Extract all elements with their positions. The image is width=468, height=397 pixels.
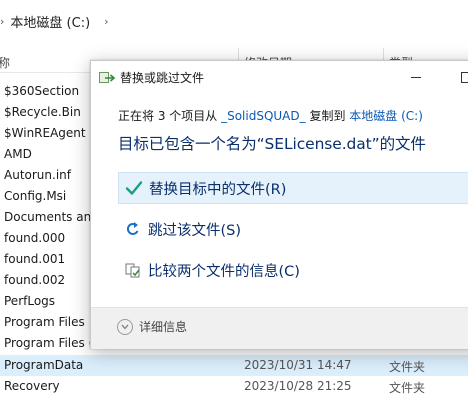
copy-files-icon [99,70,116,84]
file-date: 2023/10/28 21:25 [244,379,352,393]
file-name: Autorun.inf [4,168,71,182]
maximize-icon [461,72,468,83]
skip-arrow-icon [122,218,144,240]
file-name: $Recycle.Bin [4,105,81,119]
source-folder-link[interactable]: _SolidSQUAD_ [221,109,306,123]
compare-files-label: 比较两个文件的信息(C) [148,263,300,280]
breadcrumb: › 本地磁盘 (C:) › [0,9,468,33]
skip-file-label: 跳过该文件(S) [148,222,242,239]
file-name: Config.Msi [4,189,67,203]
more-details-button[interactable]: 详细信息 [117,318,187,335]
more-details-label: 详细信息 [139,320,188,334]
maximize-button[interactable] [451,63,468,91]
dialog-titlebar[interactable]: 替换或跳过文件 [91,61,468,93]
chevron-right-icon[interactable]: › [104,15,108,28]
copy-info-middle: 复制到 [305,109,350,123]
compare-files-option[interactable]: 比较两个文件的信息(C) [118,254,468,286]
minimize-button[interactable] [399,63,433,91]
copy-info: 正在将 3 个项目从 _SolidSQUAD_ 复制到 本地磁盘 (C:) [118,107,423,124]
file-type: 文件夹 [389,360,426,374]
file-name: Program Files [4,315,85,329]
replace-file-label: 替换目标中的文件(R) [149,181,287,198]
file-name: AMD [4,147,32,161]
file-date: 2023/10/31 14:47 [244,358,352,372]
file-name: Recovery [4,379,60,393]
list-item-selected[interactable]: ProgramData 2023/10/31 14:47 文件夹 [0,355,468,376]
file-name: found.000 [4,231,66,245]
file-name: found.001 [4,252,66,266]
file-name: Documents and [4,210,99,224]
file-name: PerfLogs [4,294,56,308]
file-name: $360Section [4,84,80,98]
destination-link[interactable]: 本地磁盘 (C:) [349,109,423,123]
copy-info-prefix: 正在将 3 个项目从 [118,109,222,123]
conflict-message: 目标已包含一个名为“SELicense.dat”的文件 [118,135,426,153]
breadcrumb-location[interactable]: 本地磁盘 (C:) [10,12,90,31]
compare-icon [122,259,144,281]
dialog-title: 替换或跳过文件 [120,71,205,85]
skip-file-option[interactable]: 跳过该文件(S) [118,213,468,245]
file-name: $WinREAgent [4,126,86,140]
check-icon [123,177,145,199]
list-item[interactable]: Recovery 2023/10/28 21:25 文件夹 [0,376,468,397]
minimize-icon [411,77,421,78]
chevron-down-icon [117,318,133,335]
dialog-footer: 详细信息 [91,307,468,349]
file-name: found.002 [4,273,66,287]
dialog-content: 正在将 3 个项目从 _SolidSQUAD_ 复制到 本地磁盘 (C:) 目标… [91,93,468,293]
replace-file-option[interactable]: 替换目标中的文件(R) [118,172,468,204]
file-name: ProgramData [4,358,84,372]
replace-or-skip-dialog: 替换或跳过文件 正在将 3 个项目从 _SolidSQUAD_ 复制到 本地磁盘… [90,60,468,349]
file-type: 文件夹 [389,381,426,395]
column-name-header[interactable]: 称 [0,54,10,71]
chevron-right-icon[interactable]: › [0,15,4,28]
